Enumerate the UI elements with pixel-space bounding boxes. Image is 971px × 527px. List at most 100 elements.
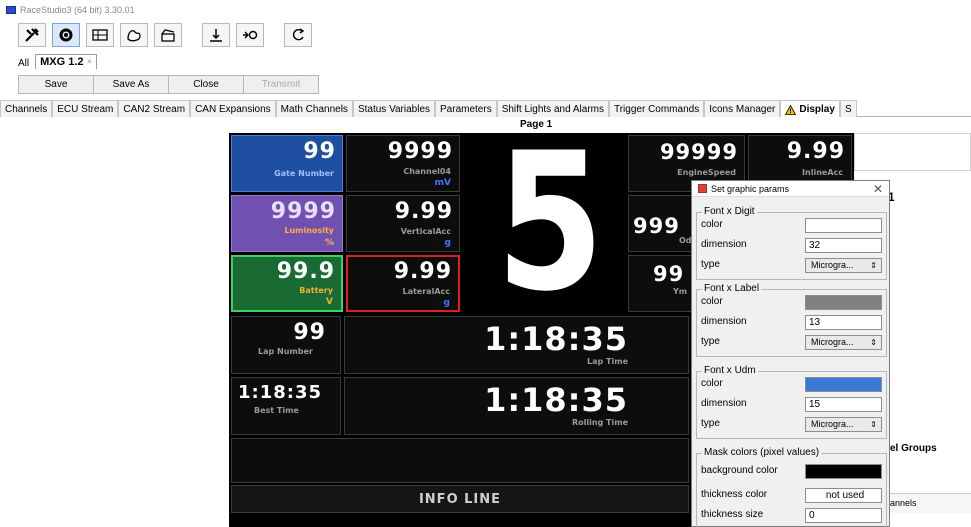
background-color-swatch[interactable] xyxy=(805,464,882,479)
font-udm-color-swatch[interactable] xyxy=(805,377,882,392)
font-label-dimension-field[interactable]: 13 xyxy=(805,315,882,330)
connect-button[interactable] xyxy=(236,23,264,47)
font-digit-dimension-field[interactable]: 32 xyxy=(805,238,882,253)
luminosity-cell[interactable]: 9999 Luminosity % xyxy=(231,195,343,252)
groups-label: el Groups xyxy=(890,443,937,454)
document-tabs: All MXG 1.2 ✕ xyxy=(16,52,98,69)
tab-all[interactable]: All xyxy=(16,58,31,69)
rolling-time-cell[interactable]: 1:18:35 Rolling Time xyxy=(344,377,689,435)
font-udm-type-value: Microgra... xyxy=(811,419,854,429)
title-bar: RaceStudio3 (64 bit) 3.30.01 xyxy=(0,0,971,20)
channel04-value: 9999 xyxy=(387,139,453,164)
spinner-icon: ⇕ xyxy=(870,338,877,347)
font-label-type-label: type xyxy=(701,336,720,347)
mask-colors-group: Mask colors (pixel values) background co… xyxy=(696,447,887,527)
download-icon xyxy=(210,29,222,42)
tab-math-channels[interactable]: Math Channels xyxy=(275,100,353,117)
font-digit-color-label: color xyxy=(701,219,723,230)
lap-time-cell[interactable]: 1:18:35 Lap Time xyxy=(344,316,689,374)
lateral-acc-cell[interactable]: 9.99 LateralAcc g xyxy=(346,255,460,312)
config-tabs: Channels ECU Stream CAN2 Stream CAN Expa… xyxy=(0,100,971,117)
gate-number-cell[interactable]: 99 Gate Number xyxy=(231,135,343,192)
yaw-value: 99 xyxy=(653,262,685,286)
font-digit-type-label: type xyxy=(701,259,720,270)
tab-icons-manager[interactable]: Icons Manager xyxy=(704,100,781,117)
clapper-icon xyxy=(161,29,175,42)
save-as-button[interactable]: Save As xyxy=(93,75,169,94)
tab-s[interactable]: S xyxy=(839,100,857,117)
analysis-button[interactable] xyxy=(154,23,182,47)
rolling-time-value: 1:18:35 xyxy=(484,381,628,419)
spinner-icon: ⇕ xyxy=(870,420,877,429)
engine-speed-label: EngineSpeed xyxy=(677,168,736,177)
font-label-color-label: color xyxy=(701,296,723,307)
tracks-button[interactable] xyxy=(120,23,148,47)
channels-row[interactable]: annels xyxy=(887,493,971,513)
thickness-size-label: thickness size xyxy=(701,509,764,520)
font-digit-type-select[interactable]: Microgra... ⇕ xyxy=(805,258,882,273)
battery-value: 99.9 xyxy=(276,259,335,284)
gate-number-value: 99 xyxy=(303,139,336,164)
close-icon[interactable]: ✕ xyxy=(873,182,883,196)
font-digit-color-swatch[interactable] xyxy=(805,218,882,233)
tools-button[interactable] xyxy=(18,23,46,47)
font-label-color-swatch[interactable] xyxy=(805,295,882,310)
vertical-acc-label: VerticalAcc xyxy=(400,227,451,236)
font-label-type-select[interactable]: Microgra... ⇕ xyxy=(805,335,882,350)
tab-channels[interactable]: Channels xyxy=(0,100,53,117)
tab-mxg-label: MXG 1.2 xyxy=(40,56,84,68)
tab-ecu-stream[interactable]: ECU Stream xyxy=(52,100,119,117)
font-digit-group: Font x Digit color dimension 32 type Mic… xyxy=(696,206,887,280)
tab-display[interactable]: Display xyxy=(780,100,840,117)
app-window: RaceStudio3 (64 bit) 3.30.01 All MXG 1.2… xyxy=(0,0,971,527)
warning-icon xyxy=(785,104,797,115)
dialog-title-bar: Set graphic params ✕ xyxy=(692,181,889,197)
vertical-acc-cell[interactable]: 9.99 VerticalAcc g xyxy=(346,195,460,252)
inline-acc-label: InlineAcc xyxy=(802,168,843,177)
font-label-title: Font x Label xyxy=(702,283,762,294)
info-line[interactable]: INFO LINE xyxy=(231,485,689,513)
download-button[interactable] xyxy=(202,23,230,47)
font-udm-title: Font x Udm xyxy=(702,365,758,376)
font-udm-group: Font x Udm color dimension 15 type Micro… xyxy=(696,365,887,439)
font-udm-type-select[interactable]: Microgra... ⇕ xyxy=(805,417,882,432)
tab-parameters[interactable]: Parameters xyxy=(435,100,497,117)
tab-status-variables[interactable]: Status Variables xyxy=(352,100,436,117)
mask-colors-title: Mask colors (pixel values) xyxy=(702,447,822,458)
close-button[interactable]: Close xyxy=(168,75,244,94)
best-time-cell[interactable]: 1:18:35 Best Time xyxy=(231,377,341,435)
tab-trigger-commands[interactable]: Trigger Commands xyxy=(608,100,705,117)
font-udm-dimension-field[interactable]: 15 xyxy=(805,397,882,412)
rolling-time-label: Rolling Time xyxy=(571,418,628,427)
tab-can2-stream[interactable]: CAN2 Stream xyxy=(118,100,191,117)
tab-mxg[interactable]: MXG 1.2 ✕ xyxy=(35,54,98,69)
transmit-button[interactable]: Transmit xyxy=(243,75,319,94)
channel04-cell[interactable]: 9999 Channel04 mV xyxy=(346,135,460,192)
odo-value: 999 xyxy=(633,214,680,238)
background-color-label: background color xyxy=(701,465,778,476)
font-label-dimension-label: dimension xyxy=(701,316,747,327)
battery-cell[interactable]: 99.9 Battery V xyxy=(231,255,343,312)
settings-icon xyxy=(59,28,73,42)
refresh-button[interactable] xyxy=(284,23,312,47)
lap-time-label: Lap Time xyxy=(587,357,628,366)
thickness-size-field[interactable]: 0 xyxy=(805,508,882,523)
tab-can-expansions[interactable]: CAN Expansions xyxy=(190,100,276,117)
engine-speed-value: 99999 xyxy=(659,140,738,164)
tab-display-label: Display xyxy=(799,104,835,115)
vertical-acc-udm: g xyxy=(444,238,451,248)
configuration-button[interactable] xyxy=(52,23,80,47)
lap-number-value: 99 xyxy=(293,320,326,345)
close-icon[interactable]: ✕ xyxy=(87,58,93,66)
save-button[interactable]: Save xyxy=(18,75,94,94)
lap-number-label: Lap Number xyxy=(258,347,313,356)
dialog-app-icon xyxy=(698,184,707,193)
empty-cell[interactable] xyxy=(231,438,689,483)
font-digit-type-value: Microgra... xyxy=(811,260,854,270)
lap-number-cell[interactable]: 99 Lap Number xyxy=(231,316,341,374)
yaw-label: Ym xyxy=(673,287,688,296)
dashboard-button[interactable] xyxy=(86,23,114,47)
thickness-color-field[interactable]: not used xyxy=(805,488,882,503)
battery-label: Battery xyxy=(299,286,333,295)
gear-indicator[interactable]: 5 xyxy=(475,128,625,318)
